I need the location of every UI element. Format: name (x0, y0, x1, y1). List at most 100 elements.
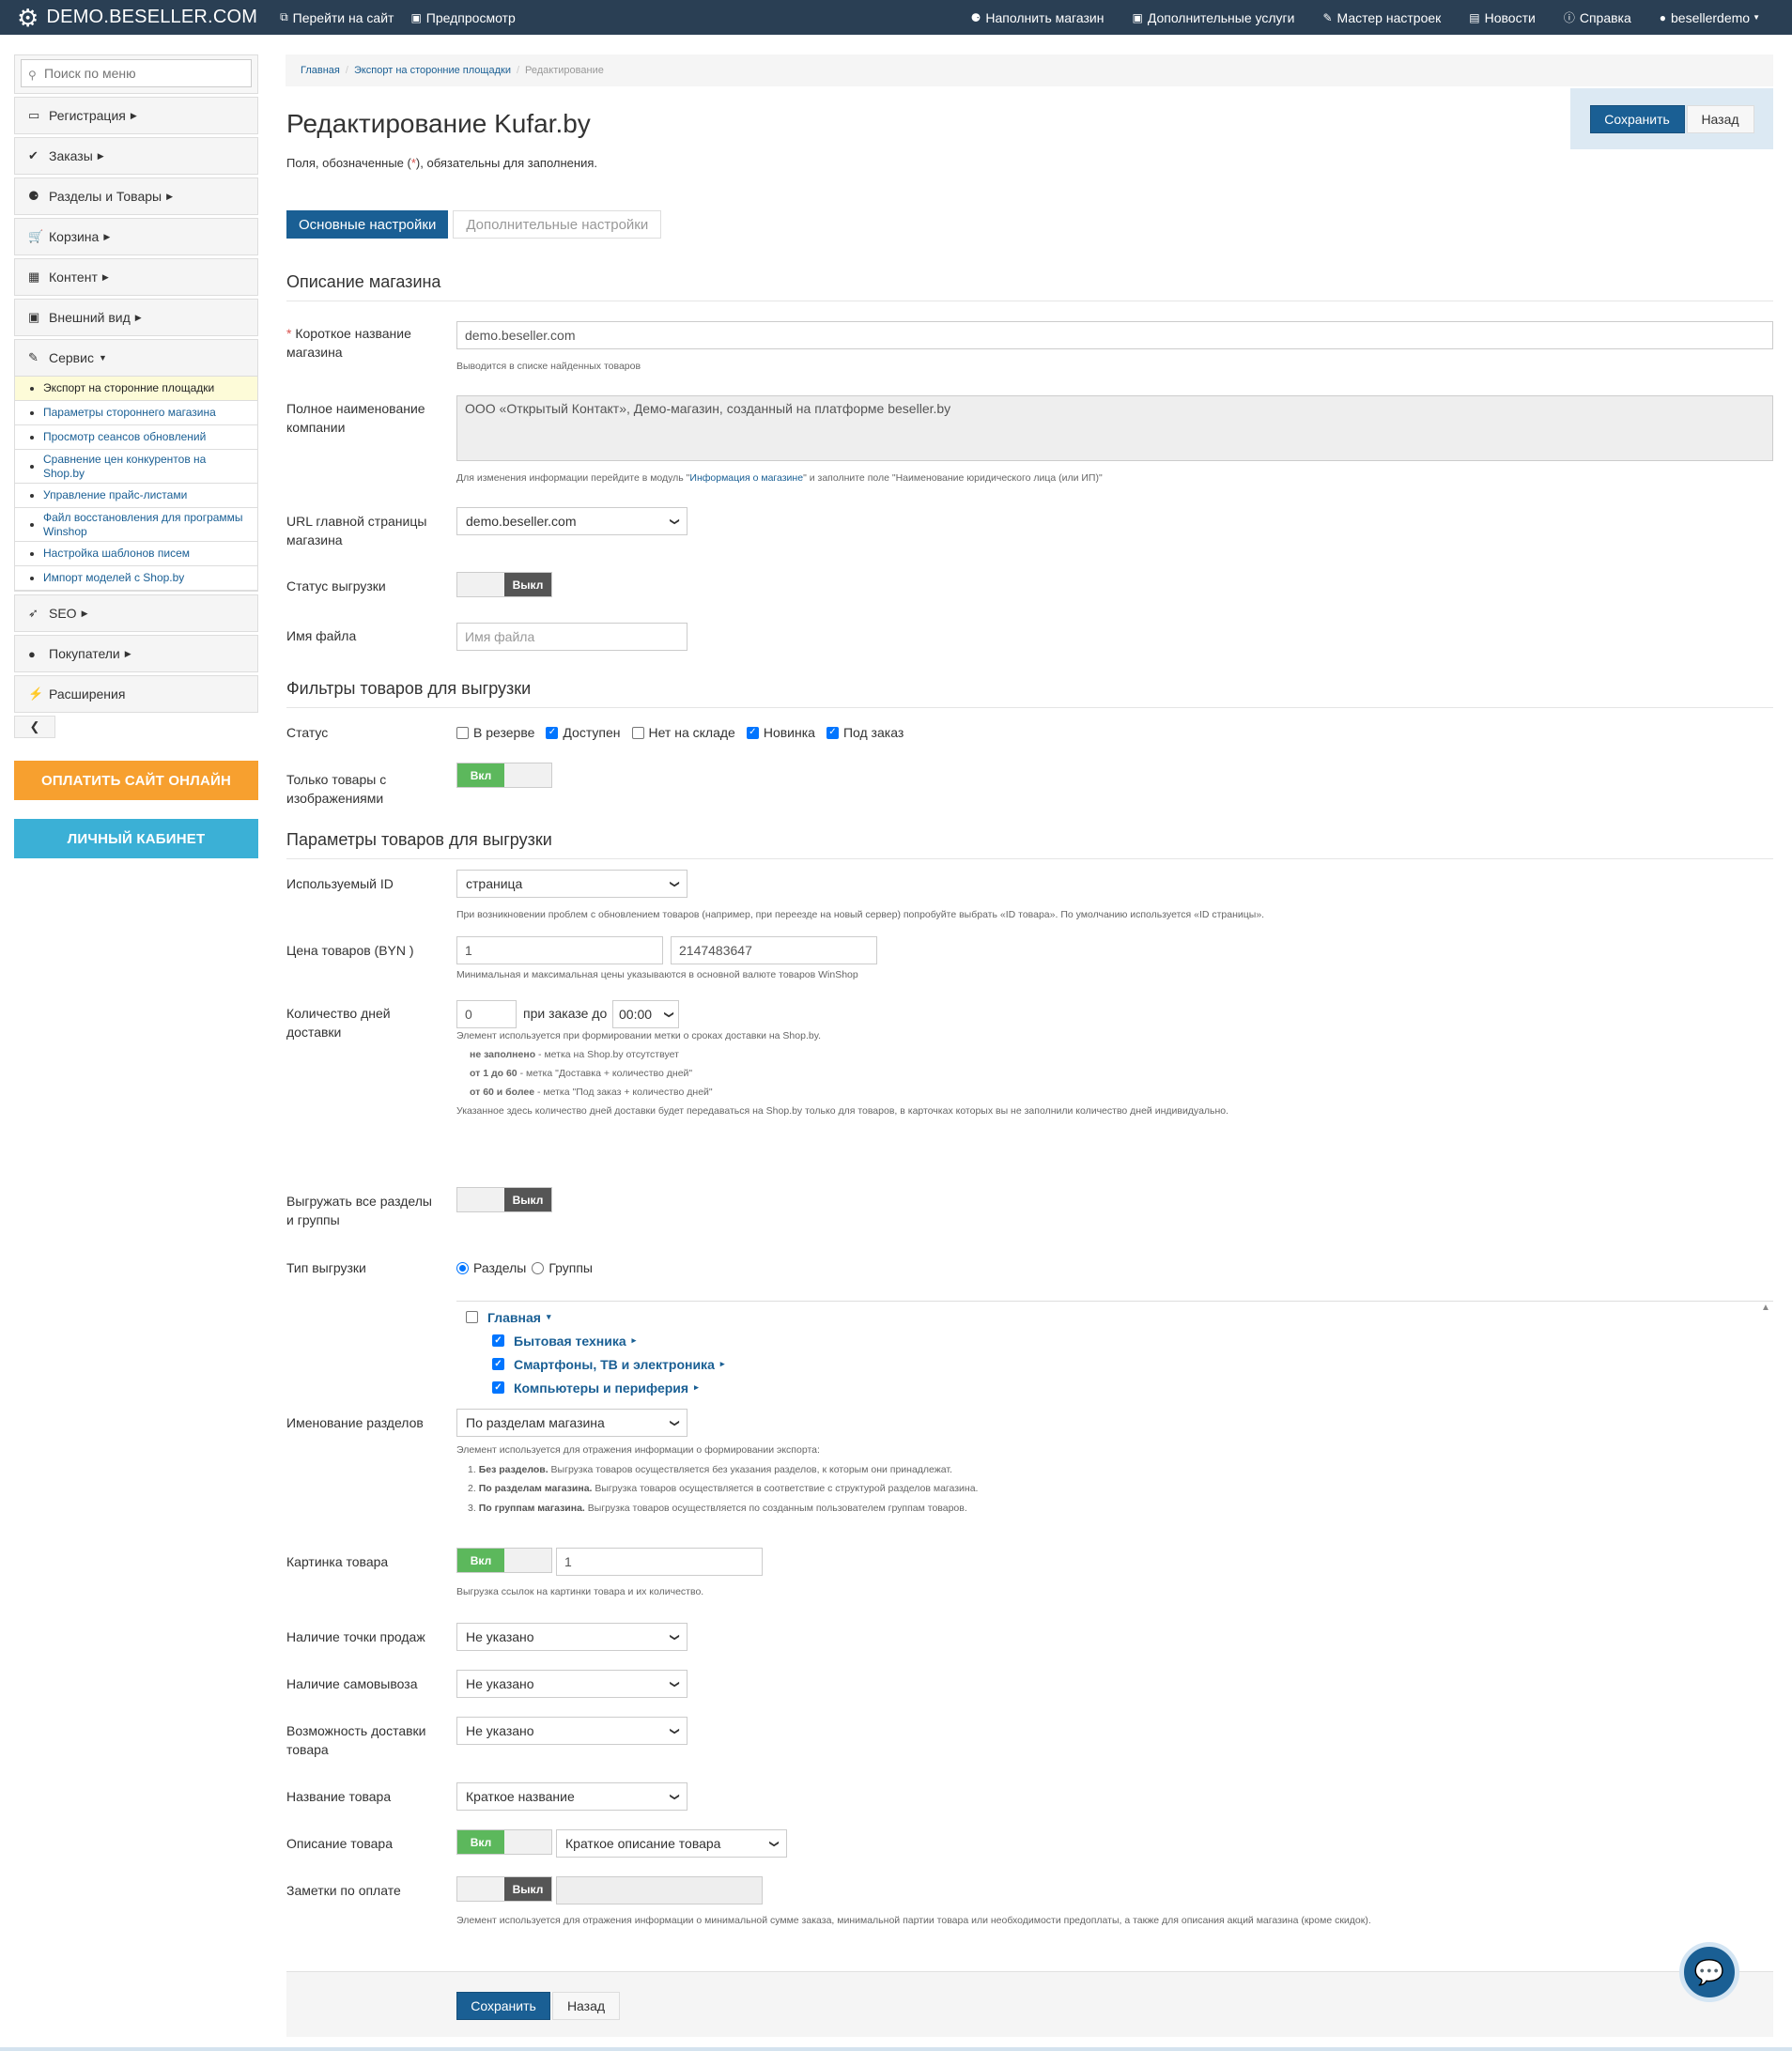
tree-node-label[interactable]: Главная (487, 1310, 541, 1325)
save-button-top[interactable]: Сохранить (1589, 104, 1685, 133)
tree-node-label[interactable]: Бытовая техника (514, 1334, 626, 1349)
status-toggle[interactable]: Выкл (456, 572, 552, 597)
checkbox-icon[interactable] (456, 726, 469, 739)
caret-right-icon[interactable]: ▸ (632, 1335, 637, 1346)
sidebar-item-check-circle[interactable]: ✔ Заказы ▶ (14, 137, 258, 175)
save-button-bottom[interactable]: Сохранить (456, 1992, 550, 2020)
filename-input[interactable]: Имя файла (456, 623, 687, 651)
status-checkbox[interactable]: В резерве (456, 725, 534, 740)
money-icon: ▣ (1132, 10, 1143, 24)
caret-down-icon[interactable]: ▾ (547, 1312, 551, 1322)
service-subitem[interactable]: Просмотр сеансов обновлений (15, 425, 257, 450)
service-subitem[interactable]: Параметры стороннего магазина (15, 401, 257, 425)
checkbox-checked-icon[interactable]: ✓ (492, 1358, 504, 1370)
description-select[interactable]: Краткое описание товара ❯ (556, 1829, 787, 1858)
type-radio[interactable]: Разделы (456, 1260, 526, 1275)
back-button-bottom[interactable]: Назад (552, 1992, 620, 2020)
checkbox-icon[interactable] (631, 726, 644, 739)
chat-button[interactable]: 💬 (1679, 1942, 1739, 2002)
sidebar-item-briefcase[interactable]: ▭ Регистрация ▶ (14, 97, 258, 134)
chevron-down-icon: ❯ (669, 879, 680, 888)
price-min-input[interactable]: 1 (456, 936, 663, 964)
status-checkbox[interactable]: Нет на складе (631, 725, 735, 740)
service-subitem[interactable]: Файл восстановления для программы Winsho… (15, 508, 257, 542)
fill-shop-link[interactable]: ⚈ Наполнить магазин (971, 10, 1105, 25)
sidebar-item-cart[interactable]: 🛒 Корзина ▶ (14, 218, 258, 255)
delivery-select[interactable]: Не указано ❯ (456, 1717, 687, 1745)
all-sections-toggle[interactable]: Выкл (456, 1187, 552, 1212)
back-button-top[interactable]: Назад (1686, 104, 1754, 133)
radio-icon[interactable] (532, 1261, 545, 1274)
tree-node-label[interactable]: Смартфоны, ТВ и электроника (514, 1357, 715, 1372)
short-name-input[interactable]: demo.beseller.com (456, 321, 1773, 349)
shop-info-link[interactable]: Информация о магазине (689, 472, 803, 484)
order-until-select[interactable]: 00:00 ❯ (612, 1000, 679, 1028)
breadcrumb-export[interactable]: Экспорт на сторонние площадки (354, 65, 511, 76)
service-subitem[interactable]: Управление прайс-листами (15, 484, 257, 508)
help-link[interactable]: ⓘ Справка (1564, 9, 1631, 25)
sidebar-item-image[interactable]: ▣ Внешний вид ▶ (14, 299, 258, 336)
tab-main-settings[interactable]: Основные настройки (286, 210, 449, 239)
status-checkbox[interactable]: ✓ Доступен (546, 725, 621, 740)
checkbox-checked-icon[interactable]: ✓ (492, 1381, 504, 1394)
product-name-select[interactable]: Краткое название ❯ (456, 1782, 687, 1811)
go-to-site-link[interactable]: ⧉ Перейти на сайт (280, 10, 394, 25)
service-subitem[interactable]: Сравнение цен конкурентов на Shop.by (15, 450, 257, 484)
checkbox-checked-icon[interactable]: ✓ (826, 726, 839, 739)
breadcrumb-home[interactable]: Главная (301, 65, 340, 76)
setup-wizard-link[interactable]: ✎ Мастер настроек (1322, 10, 1441, 25)
days-input[interactable]: 0 (456, 1000, 517, 1028)
caret-right-icon[interactable]: ▸ (694, 1382, 699, 1393)
tree-node: ✓ Смартфоны, ТВ и электроника ▸ (466, 1352, 1773, 1376)
checkbox-checked-icon[interactable]: ✓ (546, 726, 559, 739)
checkbox-icon[interactable] (466, 1311, 478, 1323)
tab-extra-settings[interactable]: Дополнительные настройки (453, 210, 662, 239)
sidebar-item-grid[interactable]: ▦ Контент ▶ (14, 258, 258, 296)
status-checkbox[interactable]: ✓ Под заказ (826, 725, 904, 740)
sidebar-item-plug[interactable]: ⚡ Расширения (14, 675, 258, 713)
sale-point-select[interactable]: Не указано ❯ (456, 1623, 687, 1651)
preview-link[interactable]: ▣ Предпросмотр (410, 10, 515, 25)
sidebar-item-wrench[interactable]: ✎ Сервис ▼ (14, 339, 258, 377)
pay-site-button[interactable]: ОПЛАТИТЬ САЙТ ОНЛАЙН (14, 761, 258, 800)
collapse-sidebar-button[interactable]: ❮ (14, 716, 55, 738)
tree-node-label[interactable]: Компьютеры и периферия (514, 1380, 688, 1396)
pickup-select[interactable]: Не указано ❯ (456, 1670, 687, 1698)
description-toggle[interactable]: Вкл (456, 1829, 552, 1855)
brand-logo[interactable]: ⚙ DEMO.BESELLER.COM (17, 6, 257, 30)
wrench-icon: ✎ (28, 350, 39, 364)
images-only-label: Только товары с изображениями (286, 772, 387, 806)
user-menu[interactable]: ● besellerdemo ▼ (1660, 10, 1760, 25)
full-name-textarea[interactable]: ООО «Открытый Контакт», Демо-магазин, со… (456, 395, 1773, 461)
extra-services-link[interactable]: ▣ Дополнительные услуги (1132, 10, 1294, 25)
naming-select[interactable]: По разделам магазина ❯ (456, 1409, 687, 1437)
type-radio[interactable]: Группы (532, 1260, 593, 1275)
scroll-up-icon[interactable]: ▲ (1761, 1303, 1770, 1313)
sidebar-item-cubes[interactable]: ⚈ Разделы и Товары ▶ (14, 177, 258, 215)
service-subitem[interactable]: Импорт моделей с Shop.by (15, 566, 257, 591)
url-select[interactable]: demo.beseller.com ❯ (456, 507, 687, 535)
sidebar-item-rocket[interactable]: ➶ SEO ▶ (14, 594, 258, 632)
picture-toggle[interactable]: Вкл (456, 1548, 552, 1573)
price-max-input[interactable]: 2147483647 (671, 936, 877, 964)
menu-search-input[interactable] (21, 59, 252, 87)
checkbox-checked-icon[interactable]: ✓ (492, 1334, 504, 1347)
page-title: Редактирование Kufar.by (286, 109, 591, 138)
service-subitem[interactable]: Настройка шаблонов писем (15, 542, 257, 566)
delivery-label: Возможность доставки товара (286, 1723, 426, 1757)
radio-icon[interactable] (456, 1261, 469, 1274)
payment-notes-toggle[interactable]: Выкл (456, 1876, 552, 1902)
personal-cabinet-button[interactable]: ЛИЧНЫЙ КАБИНЕТ (14, 819, 258, 858)
service-subitem[interactable]: Экспорт на сторонние площадки (15, 377, 257, 401)
sidebar-item-user[interactable]: ● Покупатели ▶ (14, 635, 258, 672)
id-select[interactable]: страница ❯ (456, 870, 687, 898)
images-only-toggle[interactable]: Вкл (456, 763, 552, 788)
user-icon: ● (1659, 10, 1667, 24)
payment-notes-input[interactable] (556, 1876, 763, 1904)
checkbox-checked-icon[interactable]: ✓ (746, 726, 759, 739)
status-checkbox[interactable]: ✓ Новинка (746, 725, 815, 740)
filter-status-label: Статус (286, 725, 329, 740)
caret-right-icon[interactable]: ▸ (720, 1359, 725, 1369)
news-link[interactable]: ▤ Новости (1469, 10, 1536, 25)
picture-count-input[interactable]: 1 (556, 1548, 763, 1576)
